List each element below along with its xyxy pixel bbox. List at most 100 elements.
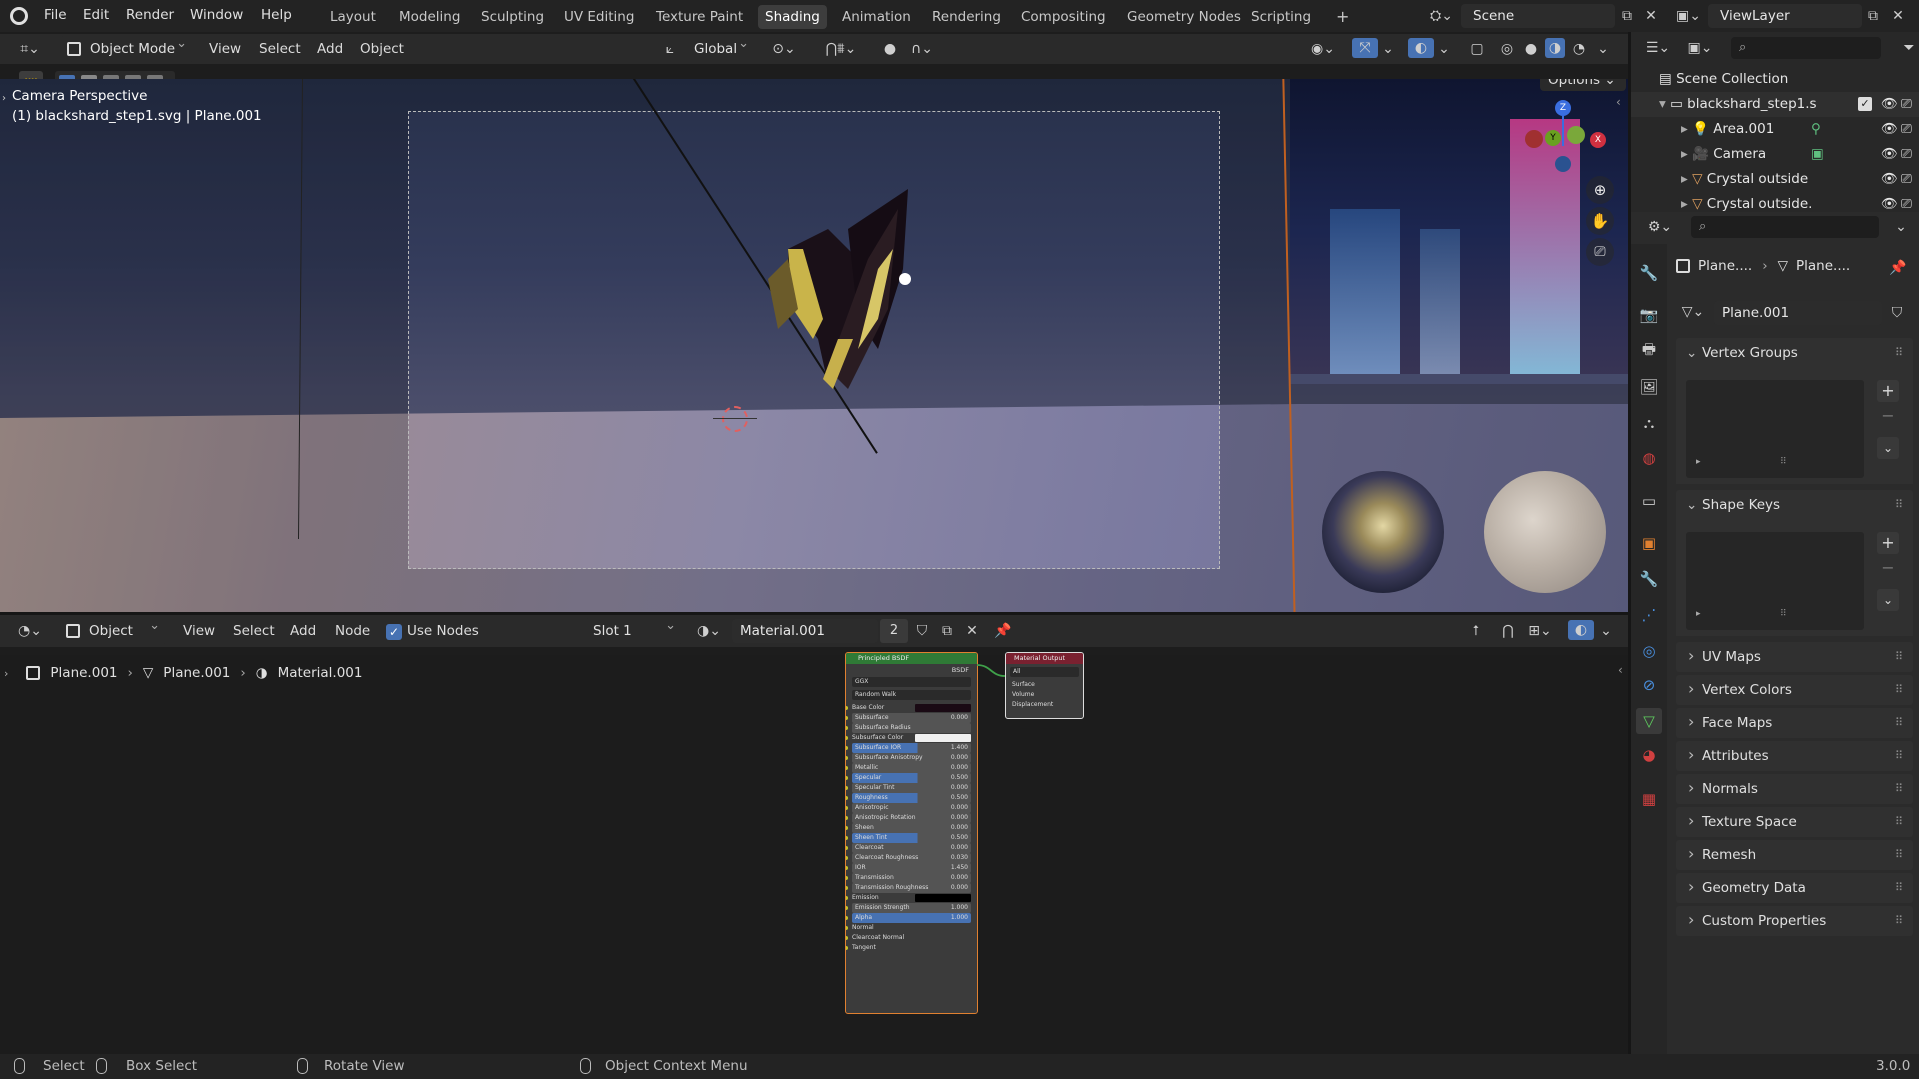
bsdf-input-socket[interactable]: [846, 946, 848, 950]
bsdf-input-row[interactable]: Emission Strength 1.000: [846, 903, 971, 913]
props-pin-icon[interactable]: 📌: [1888, 258, 1908, 278]
panel-drag-icon[interactable]: ⠿: [1895, 338, 1903, 368]
node-snap-target-icon[interactable]: ⊞⌄: [1522, 621, 1558, 641]
bsdf-input-row[interactable]: Clearcoat Roughness 0.030: [846, 853, 971, 863]
gizmo-x-axis[interactable]: X: [1590, 132, 1606, 148]
fake-user-shield-icon[interactable]: ⛉: [912, 621, 932, 641]
output-node-header[interactable]: Material Output: [1006, 653, 1083, 664]
shape-key-add-icon[interactable]: +: [1877, 532, 1899, 554]
panel-attributes[interactable]: Attributes: [1676, 740, 1913, 771]
mesh-browse-icon[interactable]: ▽⌄: [1676, 302, 1710, 322]
overlay-menu-icon[interactable]: ⌄: [1434, 39, 1454, 59]
panel-texture-space[interactable]: Texture Space: [1676, 806, 1913, 837]
menu-render[interactable]: Render: [126, 7, 174, 23]
parent-node-tree-icon[interactable]: ⭡: [1466, 621, 1486, 641]
bsdf-input-row[interactable]: Emission: [846, 893, 971, 903]
bsdf-input-row[interactable]: Subsurface Anisotropy 0.000: [846, 753, 971, 763]
vertex-groups-list[interactable]: [1686, 380, 1864, 478]
bsdf-input-socket[interactable]: [846, 836, 848, 840]
bsdf-input-socket[interactable]: [846, 776, 848, 780]
viewport-menu-select[interactable]: Select: [259, 37, 301, 61]
properties-options-icon[interactable]: ⌄: [1891, 217, 1911, 237]
bsdf-input-socket[interactable]: [846, 866, 848, 870]
bsdf-color-swatch[interactable]: [915, 894, 971, 902]
bsdf-input-socket[interactable]: [846, 746, 848, 750]
shape-keys-panel[interactable]: ⌄ Shape Keys ⠿: [1676, 490, 1913, 520]
bsdf-input-socket[interactable]: [846, 706, 848, 710]
tab-sculpting[interactable]: Sculpting: [474, 5, 551, 29]
node-snap-icon[interactable]: ⋂: [1498, 621, 1518, 641]
mesh-fake-user-icon[interactable]: ⛉: [1887, 303, 1907, 323]
node-editor-type-icon[interactable]: ◔⌄: [12, 621, 48, 641]
shape-keys-list-grip-icon[interactable]: ⠿: [1780, 609, 1787, 619]
shading-menu-icon[interactable]: ⌄: [1593, 39, 1613, 59]
vertex-group-remove-icon[interactable]: −: [1877, 405, 1899, 427]
gizmo-toggle-icon[interactable]: ⤧: [1352, 38, 1378, 58]
bsdf-node-header[interactable]: Principled BSDF: [846, 653, 977, 664]
solid-shading-icon[interactable]: ●: [1521, 39, 1541, 59]
menu-help[interactable]: Help: [261, 7, 292, 23]
bsdf-input-row[interactable]: Normal: [846, 923, 971, 933]
outliner-display-mode-icon[interactable]: ▣⌄: [1683, 38, 1717, 58]
bsdf-input-socket[interactable]: [846, 716, 848, 720]
bsdf-input-row[interactable]: Sheen 0.000: [846, 823, 971, 833]
collection-visibility-icon[interactable]: 👁: [1881, 92, 1898, 117]
node-menu-node[interactable]: Node: [335, 619, 370, 643]
3d-viewport[interactable]: Camera Perspective (1) blackshard_step1.…: [0, 79, 1628, 612]
panel-uv-maps[interactable]: UV Maps: [1676, 641, 1913, 672]
vertex-groups-list-expand-icon[interactable]: ▸: [1696, 457, 1701, 467]
bsdf-input-socket[interactable]: [846, 786, 848, 790]
wireframe-shading-icon[interactable]: ◎: [1497, 39, 1517, 59]
bsdf-input-socket[interactable]: [846, 916, 848, 920]
tab-texture-paint[interactable]: Texture Paint: [649, 5, 750, 29]
shape-key-specials-icon[interactable]: ⌄: [1877, 589, 1899, 611]
bsdf-input-socket[interactable]: [846, 736, 848, 740]
material-shading-icon[interactable]: ◑: [1545, 38, 1565, 58]
bsdf-input-row[interactable]: Transmission Roughness 0.000: [846, 883, 971, 893]
outliner-item-area[interactable]: ▸ 💡 Area.001 ⚲ 👁 ⎚: [1631, 117, 1919, 142]
material-properties-tab-icon[interactable]: ◕: [1636, 742, 1662, 768]
bsdf-input-row[interactable]: Anisotropic 0.000: [846, 803, 971, 813]
node-sidebar-toggle-icon[interactable]: ‹: [1618, 663, 1623, 677]
output-properties-tab-icon[interactable]: 🖶: [1636, 338, 1662, 364]
panel-geometry-data[interactable]: Geometry Data: [1676, 872, 1913, 903]
outliner-filter-icon[interactable]: ⏷: [1899, 38, 1919, 58]
rendered-shading-icon[interactable]: ◔: [1569, 39, 1589, 59]
bsdf-input-socket[interactable]: [846, 816, 848, 820]
tab-geometry-nodes[interactable]: Geometry Nodes: [1120, 5, 1248, 29]
scene-icon[interactable]: ⛭⌄: [1430, 6, 1456, 26]
falloff-icon[interactable]: ∩⌄: [907, 39, 937, 59]
vertex-group-specials-icon[interactable]: ⌄: [1877, 437, 1899, 459]
tool-properties-tab-icon[interactable]: 🔧: [1636, 260, 1662, 286]
outliner-editor-type-icon[interactable]: ☰⌄: [1641, 38, 1675, 58]
shape-keys-list[interactable]: [1686, 532, 1864, 630]
bsdf-input-row[interactable]: Metallic 0.000: [846, 763, 971, 773]
panel-drag-icon[interactable]: ⠿: [1895, 490, 1903, 520]
area-render-icon[interactable]: ⎚: [1901, 117, 1912, 142]
add-workspace-button[interactable]: +: [1329, 5, 1356, 29]
panel-custom-properties[interactable]: Custom Properties: [1676, 905, 1913, 936]
properties-editor-type-icon[interactable]: ⚙⌄: [1643, 217, 1677, 237]
world-properties-tab-icon[interactable]: ◍: [1636, 445, 1662, 471]
output-target-dropdown[interactable]: All: [1010, 667, 1079, 677]
outliner-item-crystal-outside[interactable]: ▸ ▽ Crystal outside 👁 ⎚: [1631, 167, 1919, 192]
overlay-toggle-icon[interactable]: ◐: [1408, 38, 1434, 58]
panel-vertex-colors[interactable]: Vertex Colors: [1676, 674, 1913, 705]
bsdf-input-row[interactable]: Tangent: [846, 943, 971, 953]
shader-node-editor[interactable]: › Plane.001 › ▽ Plane.001 › ◑ Material.0…: [0, 652, 1628, 1054]
tab-compositing[interactable]: Compositing: [1014, 5, 1113, 29]
blender-logo-icon[interactable]: [10, 7, 28, 25]
bsdf-input-socket[interactable]: [846, 926, 848, 930]
area-visibility-icon[interactable]: 👁: [1881, 117, 1898, 142]
transform-orientation-dropdown[interactable]: Global: [664, 31, 756, 62]
menu-window[interactable]: Window: [190, 7, 243, 23]
pan-hand-icon[interactable]: ✋: [1586, 207, 1614, 235]
material-browse-icon[interactable]: ◑⌄: [692, 621, 726, 641]
xray-icon[interactable]: ▢: [1467, 39, 1487, 59]
camera-view-icon[interactable]: ⎚: [1586, 238, 1614, 266]
bsdf-input-socket[interactable]: [846, 846, 848, 850]
bsdf-color-swatch[interactable]: [915, 704, 971, 712]
unlink-material-icon[interactable]: ✕: [962, 621, 982, 641]
output-surface-socket[interactable]: Surface: [1012, 680, 1077, 690]
view-layer-icon[interactable]: ▣⌄: [1676, 6, 1702, 26]
